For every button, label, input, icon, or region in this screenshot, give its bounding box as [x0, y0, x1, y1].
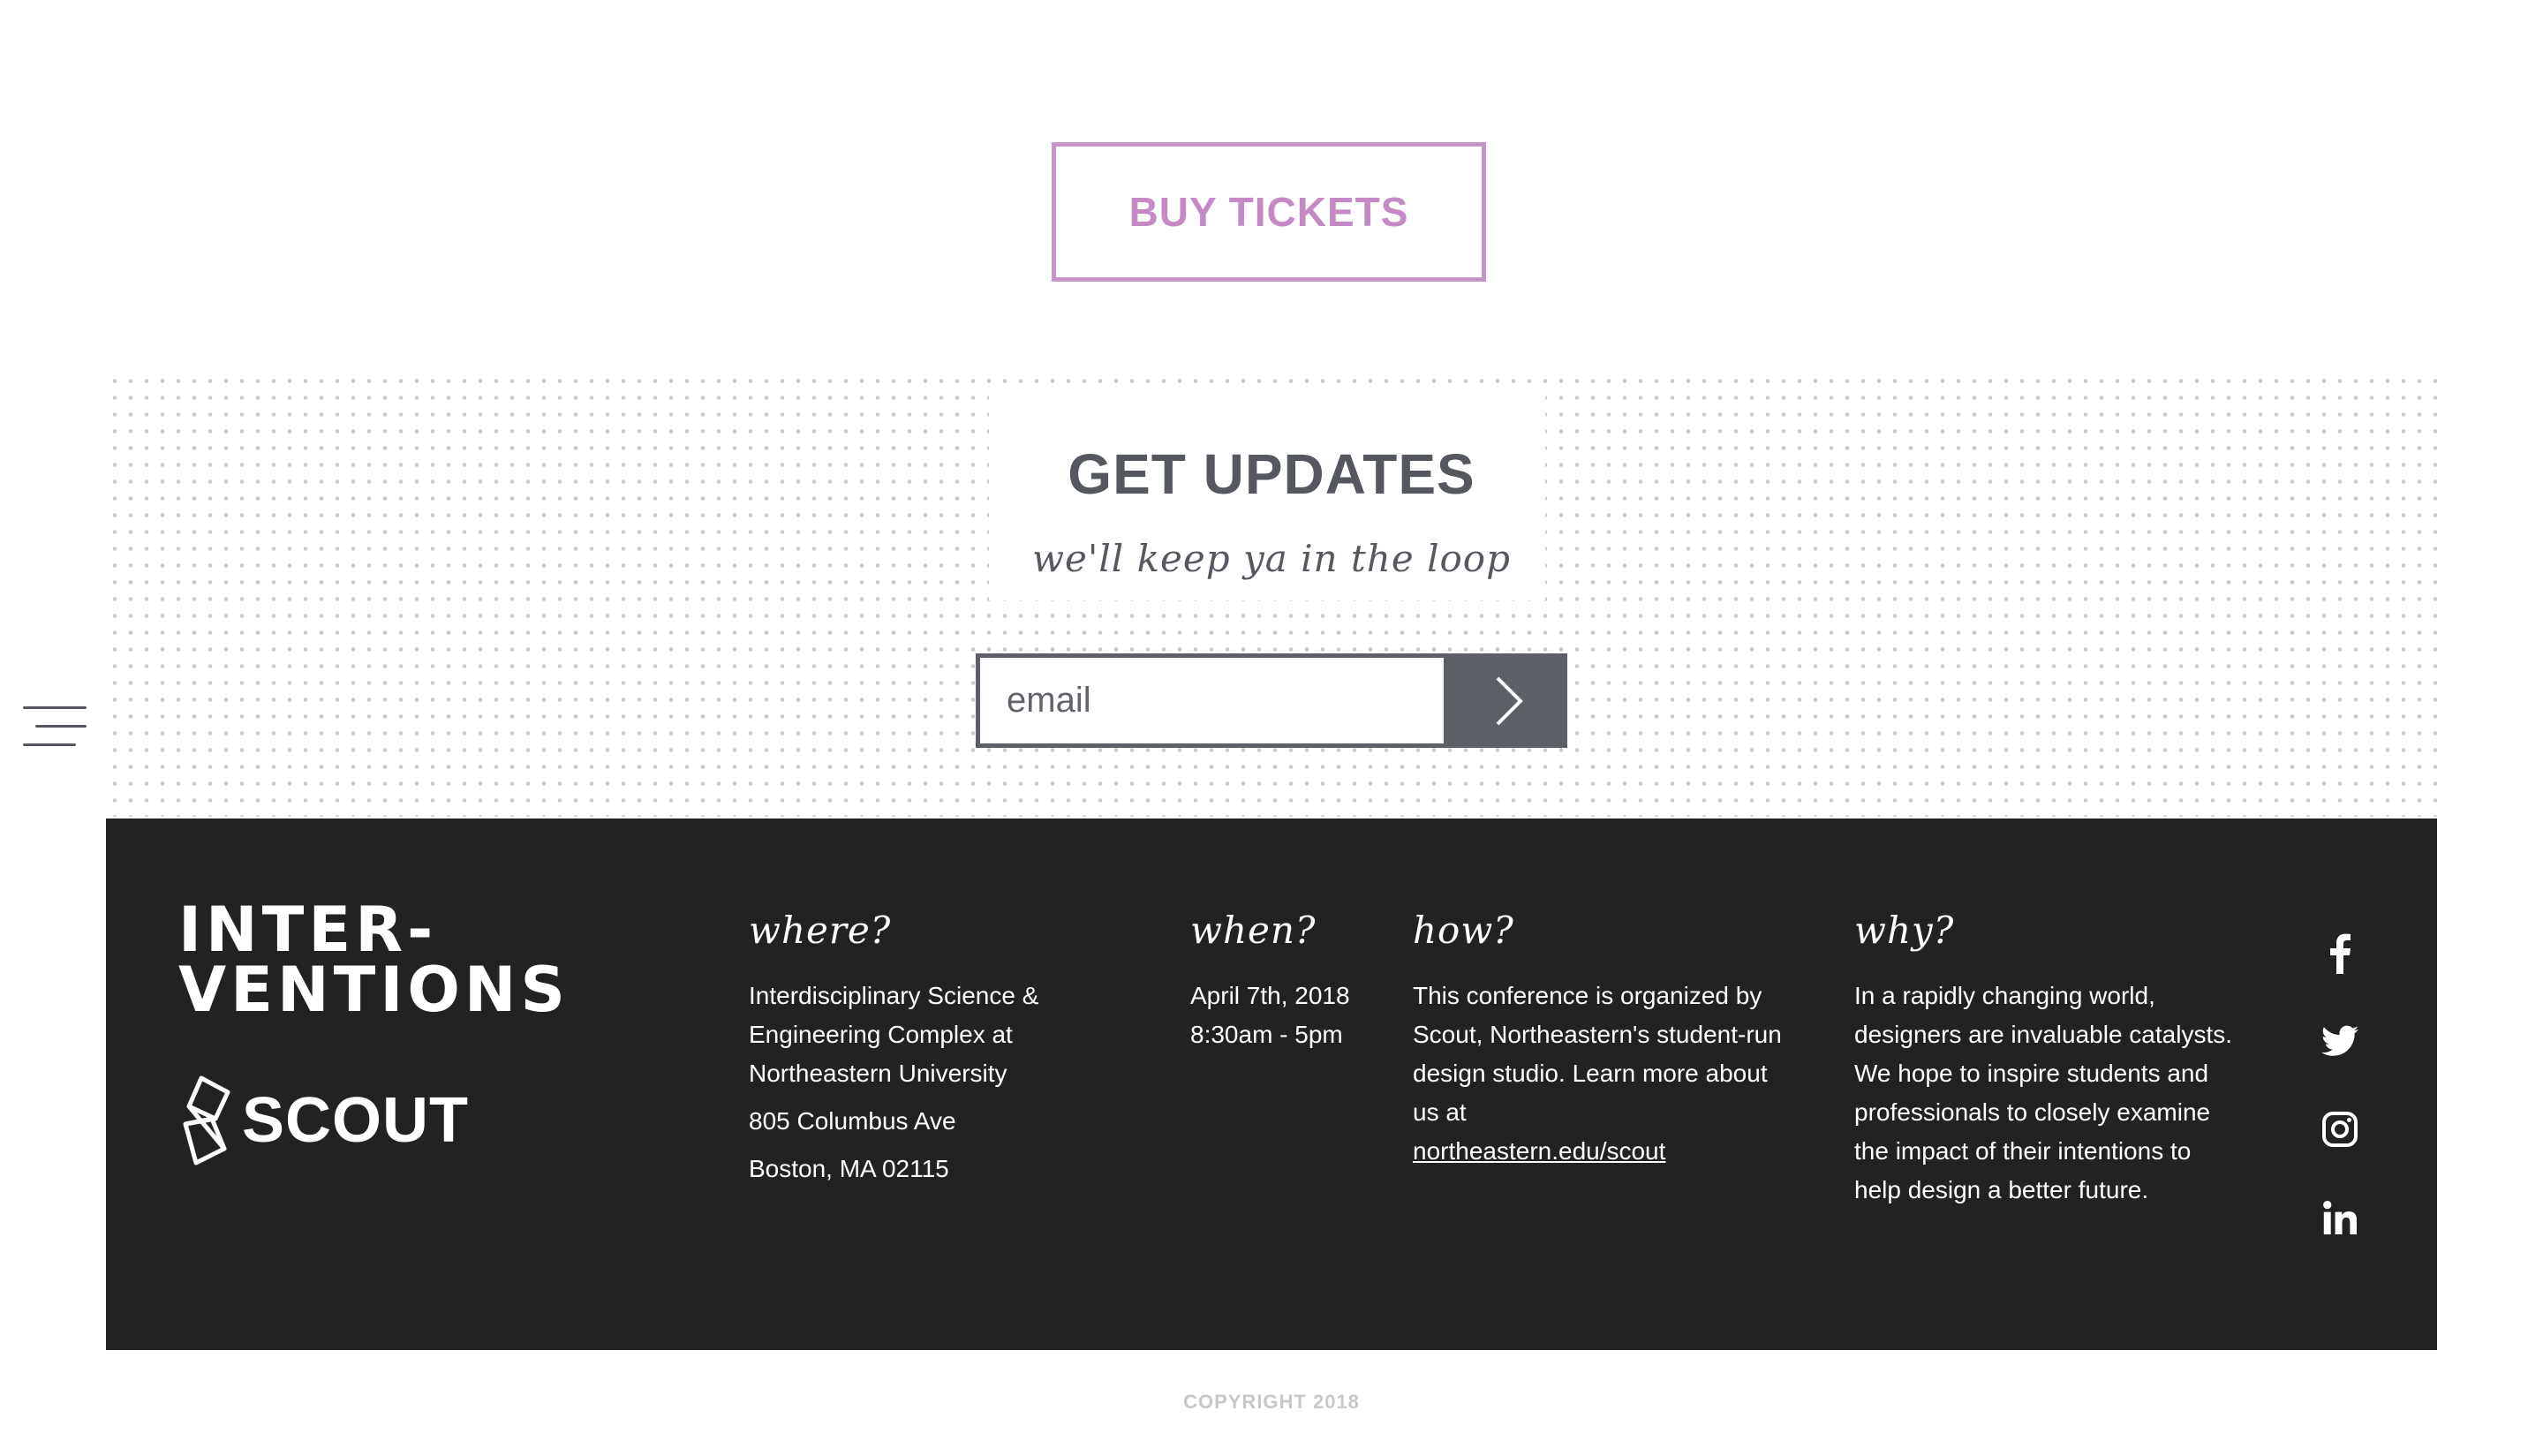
when-time: 8:30am - 5pm — [1190, 1021, 1343, 1048]
where-street: 805 Columbus Ave — [749, 1107, 956, 1135]
copyright: COPYRIGHT 2018 — [1183, 1391, 1360, 1413]
logo-line-1: INTER- — [178, 894, 438, 966]
how-heading: how? — [1413, 909, 1514, 952]
scout-label: SCOUT — [242, 1085, 469, 1156]
how-text: This conference is organized by Scout, N… — [1413, 982, 1782, 1126]
where-city: Boston, MA 02115 — [749, 1155, 949, 1182]
twitter-icon[interactable] — [2313, 1015, 2366, 1067]
where-column: where? Interdisciplinary Science & Engin… — [749, 909, 1102, 1188]
chevron-right-icon — [1496, 676, 1523, 725]
buy-tickets-button[interactable]: BUY TICKETS — [1052, 142, 1486, 282]
social-links — [2313, 926, 2384, 1279]
scout-mark-icon — [183, 1075, 230, 1166]
linkedin-icon[interactable] — [2313, 1191, 2366, 1244]
why-column: why? In a rapidly changing world, design… — [1854, 909, 2243, 1210]
scout-logo[interactable]: SCOUT — [178, 1075, 469, 1166]
footer: INTER- VENTIONS SCOUT where? Interdiscip… — [106, 819, 2437, 1350]
email-submit-button[interactable] — [1448, 653, 1567, 748]
where-venue: Interdisciplinary Science & Engineering … — [749, 982, 1039, 1087]
email-input[interactable] — [976, 653, 1448, 748]
updates-subtitle: we'll keep ya in the loop — [1032, 537, 1511, 580]
when-date: April 7th, 2018 — [1190, 982, 1350, 1009]
interventions-logo: INTER- VENTIONS — [178, 894, 570, 1026]
updates-title: GET UPDATES — [1068, 442, 1475, 506]
when-heading: when? — [1190, 909, 1317, 952]
when-column: when? April 7th, 2018 8:30am - 5pm — [1190, 909, 1402, 1054]
email-signup-form — [976, 653, 1567, 748]
scout-website-link[interactable]: northeastern.edu/scout — [1413, 1137, 1665, 1165]
facebook-icon[interactable] — [2313, 926, 2366, 979]
instagram-icon[interactable] — [2313, 1103, 2366, 1156]
why-text: In a rapidly changing world, designers a… — [1854, 982, 2233, 1203]
logo-line-2: VENTIONS — [178, 954, 570, 1026]
how-column: how? This conference is organized by Sco… — [1413, 909, 1792, 1171]
why-heading: why? — [1854, 909, 1955, 952]
where-heading: where? — [749, 909, 892, 952]
hamburger-menu-icon[interactable] — [23, 705, 87, 749]
